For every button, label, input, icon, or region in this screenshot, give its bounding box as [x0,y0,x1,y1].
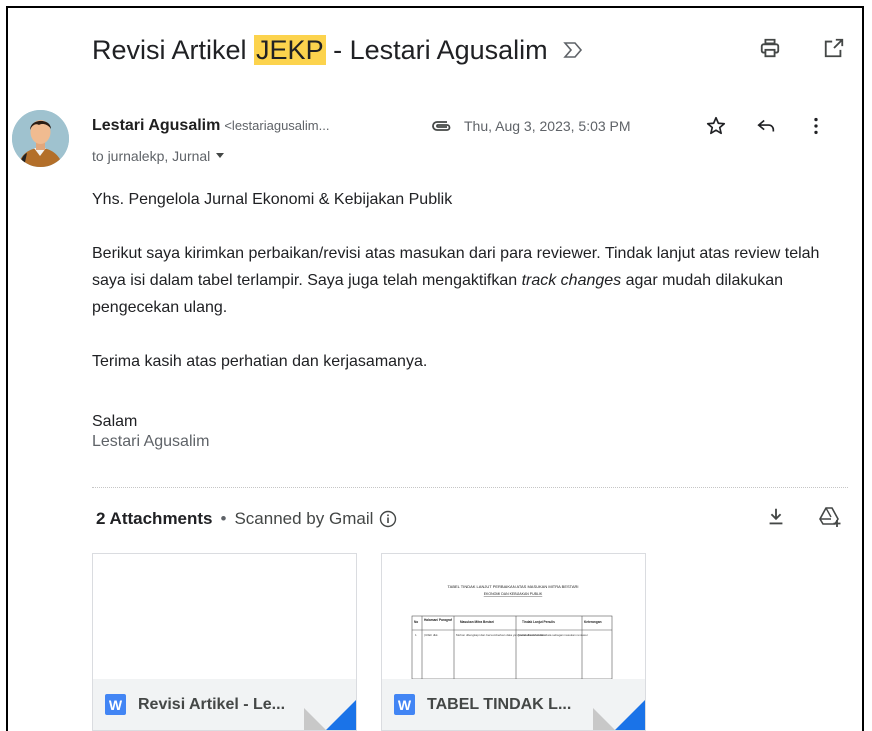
svg-text:Halaman/ Paragraf: Halaman/ Paragraf [424,618,453,622]
open-in-new-icon[interactable] [822,36,846,60]
signature: Lestari Agusalim [92,433,210,450]
word-doc-icon: W [394,694,415,715]
attachment-name: Revisi Artikel - Le... [138,695,286,713]
email-date: Thu, Aug 3, 2023, 5:03 PM [464,118,631,134]
print-icon[interactable] [758,36,782,60]
recipients[interactable]: to jurnalekp, Jurnal [92,148,226,164]
svg-text:Sudah ditambahkan data sebagai: Sudah ditambahkan data sebagai masukan r… [518,633,588,637]
reply-icon[interactable] [754,114,778,138]
sender-info: Lestari Agusalim <lestariagusalim... [92,117,329,135]
italic-text: track changes [521,272,622,289]
info-icon[interactable] [379,510,397,528]
thumb-subtitle: EKONOMI DAN KEBIJAKAN PUBLIK [484,592,543,596]
message-actions [704,114,828,138]
dropdown-arrow-icon[interactable] [214,148,226,164]
attachment-name: TABEL TINDAK L... [427,695,572,713]
paperclip-icon [430,114,454,138]
email-subject: Revisi Artikel JEKP - Lestari Agusalim [92,34,548,65]
important-marker-icon[interactable] [562,39,584,61]
greeting: Yhs. Pengelola Jurnal Ekonomi & Kebijaka… [92,191,453,208]
svg-text:(Ulfah dkk.: (Ulfah dkk. [424,633,439,637]
subject-actions [758,36,846,60]
attachments-actions [764,505,842,529]
sender-name[interactable]: Lestari Agusalim [92,117,220,135]
page-fold [593,708,615,730]
recipients-text: to jurnalekp, Jurnal [92,148,211,164]
svg-text:Masukan Mitra Bestari: Masukan Mitra Bestari [460,620,494,624]
sender-avatar[interactable] [12,110,69,167]
doc-corner [326,700,356,730]
download-icon[interactable] [764,505,788,529]
star-icon[interactable] [704,114,728,138]
svg-text:No: No [414,620,418,624]
email-body: Yhs. Pengelola Jurnal Ekonomi & Kebijaka… [92,186,832,452]
svg-text:Keterangan: Keterangan [584,620,602,624]
subject-highlight: JEKP [254,34,326,65]
page-fold [304,708,326,730]
attachment-thumbnail [93,554,356,679]
attachments-header: 2 Attachments • Scanned by Gmail [96,509,397,529]
add-to-drive-icon[interactable] [818,505,842,529]
paragraph-2: Terima kasih atas perhatian dan kerjasam… [92,353,428,370]
more-vert-icon[interactable] [804,114,828,138]
attachments-count: 2 Attachments [96,509,213,528]
paragraph-1: Berikut saya kirimkan perbaikan/revisi a… [92,245,820,316]
svg-text:1: 1 [415,633,417,637]
attachment-thumbnail: TABEL TINDAK LANJUT PERBAIKAN ATAS MASUK… [382,554,645,679]
attachment-card-1[interactable]: W Revisi Artikel - Le... [92,553,357,731]
svg-text:Tindak Lanjut Penulis: Tindak Lanjut Penulis [522,620,555,624]
email-meta: Thu, Aug 3, 2023, 5:03 PM [430,114,631,138]
word-doc-icon: W [105,694,126,715]
separator-dot: • [220,509,227,528]
subject-row: Revisi Artikel JEKP - Lestari Agusalim [92,30,584,70]
attachments-divider [92,487,848,488]
doc-corner [615,700,645,730]
sender-email: <lestariagusalim... [224,118,330,133]
thumb-title: TABEL TINDAK LANJUT PERBAIKAN ATAS MASUK… [448,584,579,589]
closing: Salam [92,413,138,430]
scanned-label: Scanned by Gmail [234,509,374,528]
attachment-card-2[interactable]: TABEL TINDAK LANJUT PERBAIKAN ATAS MASUK… [381,553,646,731]
